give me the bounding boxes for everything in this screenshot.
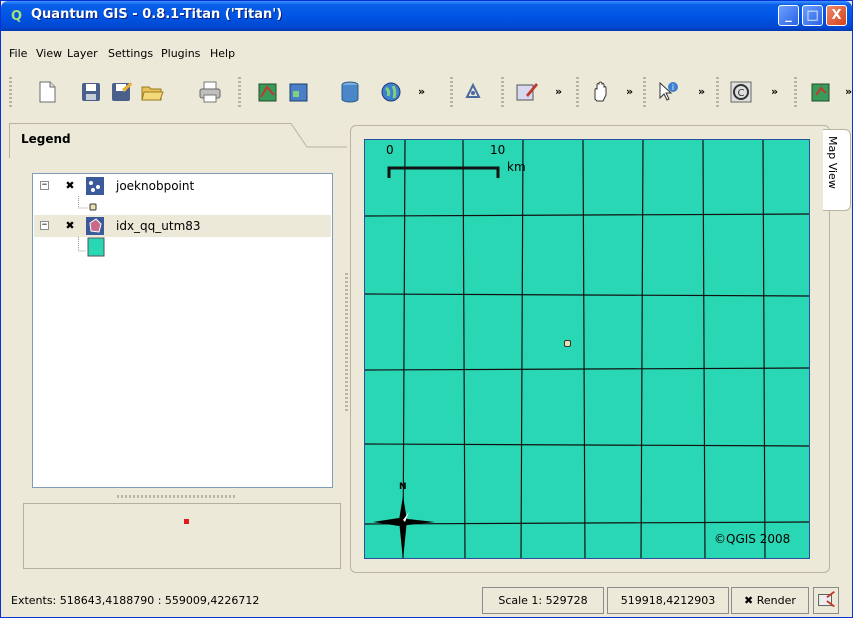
svg-text:i: i xyxy=(672,83,674,92)
tab-map-view[interactable]: Map View xyxy=(823,129,851,211)
menu-layer[interactable]: Layer xyxy=(67,47,98,60)
qgis-logo-icon: Q xyxy=(10,9,23,24)
open-project-icon[interactable] xyxy=(139,79,165,105)
close-button[interactable]: X xyxy=(826,5,847,26)
toolbar-grip[interactable] xyxy=(643,77,646,107)
polygon-symbol xyxy=(78,237,105,257)
legend-title: Legend xyxy=(21,132,71,146)
toolbar-grip[interactable] xyxy=(9,77,12,107)
north-arrow-label: N xyxy=(399,482,407,492)
overview-extent-marker xyxy=(184,519,189,524)
add-raster-layer-icon[interactable] xyxy=(286,79,312,105)
toolbar-overflow-button[interactable]: » xyxy=(698,85,705,98)
scale-bar-end-label: 10 xyxy=(490,143,506,157)
main-toolbar: » » » i » C » » xyxy=(1,65,852,120)
capture-icon[interactable] xyxy=(460,79,486,105)
save-as-icon[interactable] xyxy=(108,79,134,105)
layer-visible-checkbox[interactable]: ✖ xyxy=(64,220,76,232)
extents-readout: Extents: 518643,4188790 : 559009,4226712 xyxy=(11,594,260,607)
toolbar-grip[interactable] xyxy=(794,77,797,107)
window-title: Quantum GIS - 0.8.1-Titan ('Titan') xyxy=(31,7,283,22)
point-layer-icon xyxy=(86,177,104,195)
legend-tree[interactable]: − ✖ joeknobpoint − ✖ idx_qq_utm83 xyxy=(32,173,333,488)
overview-map[interactable] xyxy=(23,503,341,569)
plugin-icon[interactable] xyxy=(808,79,834,105)
point-symbol xyxy=(78,196,97,211)
menu-plugins[interactable]: Plugins xyxy=(161,47,200,60)
render-label: Render xyxy=(756,594,796,607)
save-project-icon[interactable] xyxy=(78,79,104,105)
menu-help[interactable]: Help xyxy=(210,47,235,60)
polygon-layer-icon xyxy=(86,217,104,235)
toolbar-overflow-button[interactable]: » xyxy=(845,85,852,98)
add-postgis-layer-icon[interactable] xyxy=(337,79,363,105)
copyright-icon[interactable]: C xyxy=(728,79,754,105)
maximize-button[interactable]: □ xyxy=(802,5,823,26)
print-icon[interactable] xyxy=(197,79,223,105)
toolbar-overflow-button[interactable]: » xyxy=(555,85,562,98)
qgis-window: Q Quantum GIS - 0.8.1-Titan ('Titan') _ … xyxy=(0,0,853,618)
toolbar-grip[interactable] xyxy=(576,77,579,107)
menu-view[interactable]: View xyxy=(36,47,62,60)
legend-layer-idx_qq_utm83[interactable]: − ✖ idx_qq_utm83 xyxy=(34,215,331,237)
map-canvas[interactable]: 0 10 km N ©QGIS 2008 xyxy=(364,139,810,559)
status-bar: Extents: 518643,4188790 : 559009,4226712… xyxy=(1,584,852,618)
collapse-toggle[interactable]: − xyxy=(40,181,49,190)
layer-name: joeknobpoint xyxy=(116,179,195,193)
scale-bar-start-label: 0 xyxy=(386,143,394,157)
minimize-button[interactable]: _ xyxy=(778,5,799,26)
splitter-handle[interactable] xyxy=(117,495,235,498)
toolbar-grip[interactable] xyxy=(716,77,719,107)
menu-file[interactable]: File xyxy=(9,47,27,60)
stop-render-icon[interactable] xyxy=(813,587,839,614)
coordinate-readout: 519918,4212903 xyxy=(607,587,729,614)
svg-text:C: C xyxy=(738,88,745,99)
scale-readout[interactable]: Scale 1: 529728 xyxy=(482,587,604,614)
toolbar-overflow-button[interactable]: » xyxy=(418,85,425,98)
toolbar-overflow-button[interactable]: » xyxy=(626,85,633,98)
copyright-label: ©QGIS 2008 xyxy=(714,532,791,546)
menu-settings[interactable]: Settings xyxy=(108,47,153,60)
tab-map-view-label: Map View xyxy=(826,136,839,189)
render-toggle[interactable]: ✖ Render xyxy=(731,587,809,614)
add-wms-layer-icon[interactable] xyxy=(378,79,404,105)
collapse-toggle[interactable]: − xyxy=(40,221,49,230)
add-vector-layer-icon[interactable] xyxy=(255,79,281,105)
digitize-icon[interactable] xyxy=(514,79,540,105)
toolbar-grip[interactable] xyxy=(238,77,241,107)
layer-visible-checkbox[interactable]: ✖ xyxy=(64,180,76,192)
toolbar-grip[interactable] xyxy=(450,77,453,107)
toolbar-overflow-button[interactable]: » xyxy=(771,85,778,98)
scale-bar-unit-label: km xyxy=(507,160,526,174)
splitter-handle[interactable] xyxy=(345,273,348,413)
menu-bar: File View Layer Settings Plugins Help xyxy=(1,31,852,65)
title-bar[interactable]: Q Quantum GIS - 0.8.1-Titan ('Titan') _ … xyxy=(1,1,852,31)
legend-layer-joeknobpoint[interactable]: − ✖ joeknobpoint xyxy=(34,175,331,197)
map-point-feature[interactable] xyxy=(564,340,571,347)
new-project-icon[interactable] xyxy=(34,79,60,105)
toolbar-grip[interactable] xyxy=(501,77,504,107)
layer-name: idx_qq_utm83 xyxy=(116,219,201,233)
identify-icon[interactable]: i xyxy=(655,79,681,105)
north-arrow-icon xyxy=(373,496,435,558)
pan-icon[interactable] xyxy=(587,79,613,105)
render-checkbox[interactable]: ✖ xyxy=(744,594,753,607)
